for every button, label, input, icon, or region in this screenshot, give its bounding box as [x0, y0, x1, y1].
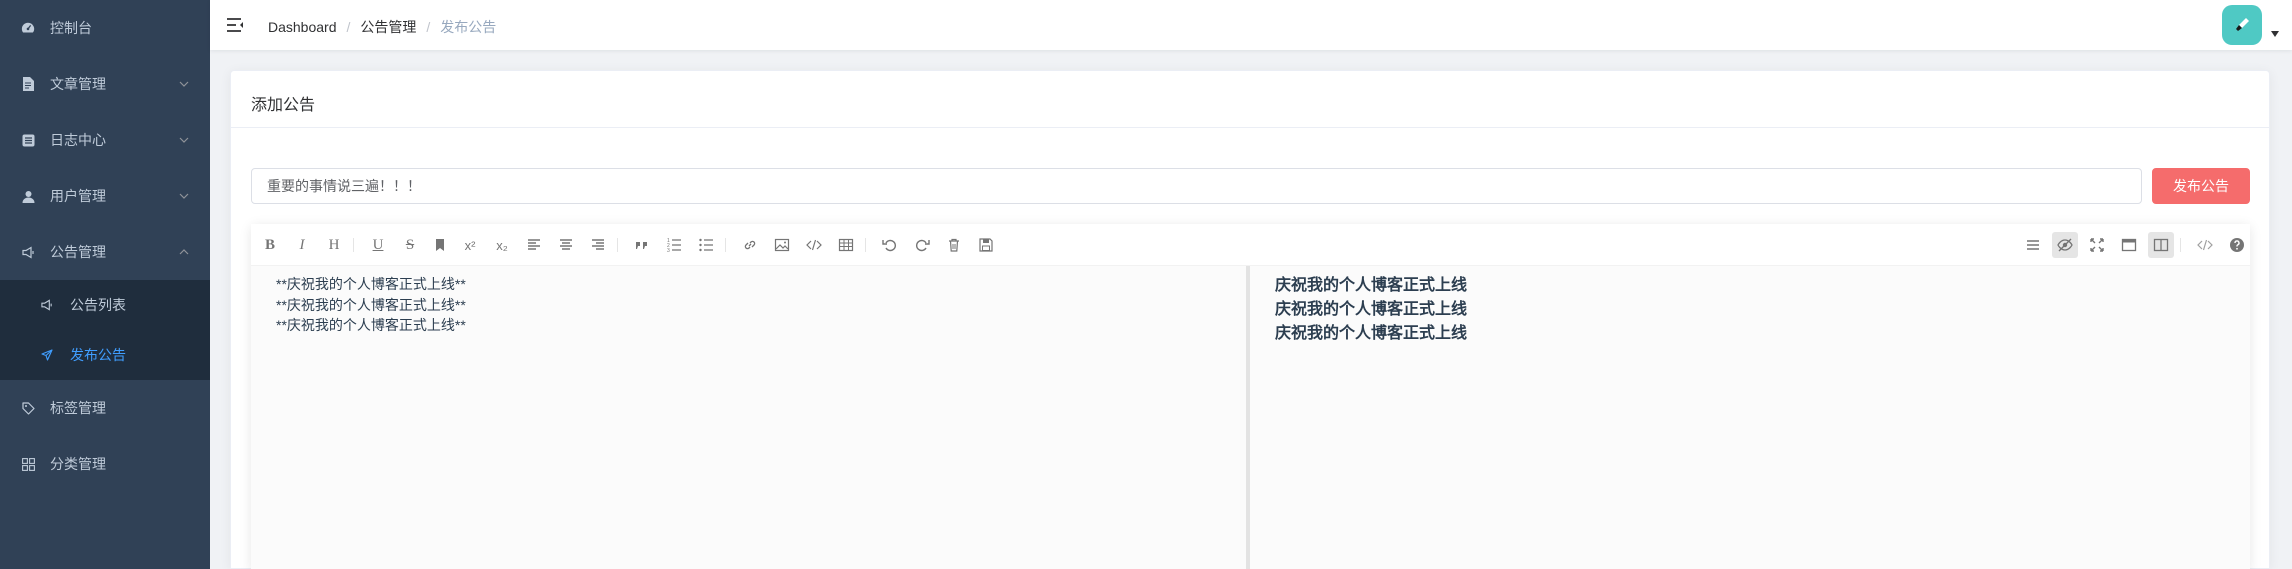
ordered-list-icon[interactable]: 123 — [661, 232, 687, 258]
preview-line: 庆祝我的个人博客正式上线 — [1275, 277, 1468, 294]
image-icon[interactable] — [769, 232, 795, 258]
markdown-source-pane[interactable]: **庆祝我的个人博客正式上线** **庆祝我的个人博客正式上线** **庆祝我的… — [251, 266, 1246, 569]
undo-icon[interactable] — [877, 232, 903, 258]
preview-toggle-icon[interactable] — [2052, 232, 2078, 258]
sidebar-item-categories[interactable]: 分类管理 — [0, 436, 210, 492]
log-icon — [20, 132, 36, 148]
sidebar-item-articles[interactable]: 文章管理 — [0, 56, 210, 112]
sidebar-item-logs[interactable]: 日志中心 — [0, 112, 210, 168]
sidebar-item-dashboard[interactable]: 控制台 — [0, 0, 210, 56]
publish-notice-button[interactable]: 发布公告 — [2152, 168, 2250, 204]
chevron-down-icon — [179, 81, 189, 87]
link-icon[interactable] — [737, 232, 763, 258]
editor-toolbar: B I H U S x² x₂ 123 — [251, 224, 2250, 266]
sidebar-subitem-publish-notice[interactable]: 发布公告 — [0, 330, 210, 380]
megaphone-icon — [40, 298, 54, 312]
sidebar-item-label: 文章管理 — [50, 76, 106, 92]
subscript-icon[interactable]: x₂ — [489, 232, 515, 258]
card-title: 添加公告 — [251, 97, 316, 114]
send-icon — [40, 348, 54, 362]
toolbar-divider — [725, 238, 726, 252]
tag-icon — [20, 400, 36, 416]
italic-icon[interactable]: I — [289, 232, 315, 258]
dashboard-icon — [20, 20, 36, 36]
superscript-icon[interactable]: x² — [457, 232, 483, 258]
hamburger-icon[interactable] — [226, 17, 244, 33]
markdown-editor: B I H U S x² x₂ 123 **庆祝我的个人博客正式上线** **庆… — [251, 224, 2250, 569]
breadcrumb-item-notices[interactable]: 公告管理 — [360, 17, 416, 37]
top-navbar: Dashboard / 公告管理 / 发布公告 — [210, 0, 2292, 50]
sidebar-subitem-notice-list[interactable]: 公告列表 — [0, 280, 210, 330]
breadcrumb-item-dashboard[interactable]: Dashboard — [268, 19, 337, 35]
sidebar-item-tags[interactable]: 标签管理 — [0, 380, 210, 436]
breadcrumb-separator: / — [426, 19, 431, 35]
bold-icon[interactable]: B — [257, 232, 283, 258]
toolbar-divider — [617, 238, 618, 252]
quote-icon[interactable] — [629, 232, 655, 258]
megaphone-icon — [20, 244, 36, 260]
read-mode-icon[interactable] — [2116, 232, 2142, 258]
preview-line: 庆祝我的个人博客正式上线 — [1275, 325, 1468, 342]
source-line: **庆祝我的个人博客正式上线** — [276, 296, 466, 313]
align-center-icon[interactable] — [553, 232, 579, 258]
sidebar-item-label: 公告管理 — [50, 244, 106, 260]
toolbar-divider — [2180, 238, 2181, 252]
avatar[interactable] — [2222, 5, 2262, 45]
redo-icon[interactable] — [909, 232, 935, 258]
sidebar-subitem-label: 公告列表 — [70, 297, 126, 313]
sidebar: 控制台 文章管理 日志中心 用户管理 公告管理 公告列表 发布公告 标签管理 分… — [0, 0, 210, 569]
toolbar-divider — [865, 238, 866, 252]
user-icon — [20, 188, 36, 204]
sidebar-item-label: 标签管理 — [50, 400, 106, 416]
sidebar-item-label: 控制台 — [50, 20, 92, 36]
underline-icon[interactable]: U — [365, 232, 391, 258]
avatar-logo-icon — [2236, 18, 2249, 31]
subfield-icon[interactable] — [2148, 232, 2174, 258]
breadcrumb-item-current: 发布公告 — [440, 19, 497, 35]
breadcrumb-separator: / — [346, 19, 351, 35]
sidebar-item-notices[interactable]: 公告管理 — [0, 224, 210, 280]
navigation-icon[interactable] — [2020, 232, 2046, 258]
notice-title-input[interactable] — [251, 168, 2142, 204]
sidebar-item-label: 用户管理 — [50, 188, 106, 204]
fullscreen-icon[interactable] — [2084, 232, 2110, 258]
card-header: 添加公告 — [231, 71, 2269, 128]
strikethrough-icon[interactable]: S — [397, 232, 423, 258]
document-icon — [20, 76, 36, 92]
chevron-up-icon — [179, 249, 189, 255]
notice-card: 添加公告 发布公告 B I H U S x² x₂ 123 — [230, 70, 2270, 569]
html-code-icon[interactable] — [2192, 232, 2218, 258]
sidebar-item-label: 日志中心 — [50, 132, 106, 148]
trash-icon[interactable] — [941, 232, 967, 258]
source-line: **庆祝我的个人博客正式上线** — [276, 317, 466, 333]
sidebar-item-users[interactable]: 用户管理 — [0, 168, 210, 224]
align-right-icon[interactable] — [585, 232, 611, 258]
caret-down-icon[interactable] — [2271, 31, 2279, 37]
code-icon[interactable] — [801, 232, 827, 258]
source-line: **庆祝我的个人博客正式上线** — [276, 276, 466, 292]
markdown-preview-pane: 庆祝我的个人博客正式上线 庆祝我的个人博客正式上线 庆祝我的个人博客正式上线 — [1250, 266, 2250, 569]
sidebar-item-label: 分类管理 — [50, 456, 106, 472]
chevron-down-icon — [179, 137, 189, 143]
unordered-list-icon[interactable] — [693, 232, 719, 258]
sidebar-subitem-label: 发布公告 — [70, 347, 126, 363]
table-icon[interactable] — [833, 232, 859, 258]
align-left-icon[interactable] — [521, 232, 547, 258]
save-icon[interactable] — [973, 232, 999, 258]
grid-icon — [20, 456, 36, 472]
preview-line: 庆祝我的个人博客正式上线 — [1275, 301, 1468, 318]
mark-icon[interactable] — [427, 232, 453, 258]
chevron-down-icon — [179, 193, 189, 199]
header-icon[interactable]: H — [321, 232, 347, 258]
help-icon[interactable] — [2224, 232, 2250, 258]
breadcrumb: Dashboard / 公告管理 / 发布公告 — [268, 17, 496, 37]
svg-text:3: 3 — [667, 248, 670, 253]
toolbar-divider — [353, 238, 354, 252]
